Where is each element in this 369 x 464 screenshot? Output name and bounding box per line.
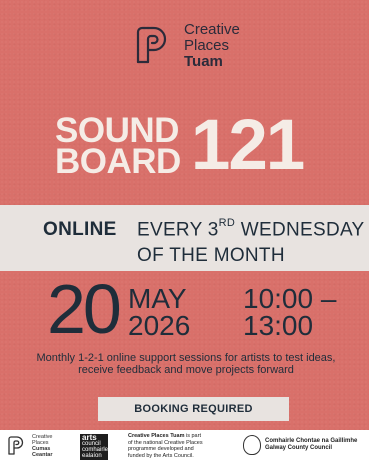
every-suffix: WEDNESDAY xyxy=(235,219,365,241)
event-year: 2026 xyxy=(128,310,191,341)
title-line-2: BOARD xyxy=(55,142,181,181)
online-label: ONLINE xyxy=(43,219,117,240)
county-crest-icon xyxy=(243,435,261,455)
event-time-end: 13:00 xyxy=(243,310,314,341)
arts-line-4: ealaíon xyxy=(82,453,102,459)
gcc-line-1: Comhairle Chontae na Gaillimhe xyxy=(265,438,358,444)
footer-cp-text: Creative Places Cumas Ceantar xyxy=(32,434,52,458)
logo-line-2: Places xyxy=(184,37,230,54)
creative-places-tuam-logo: Creative Places Tuam xyxy=(132,22,240,70)
title-number: 121 xyxy=(190,106,305,185)
schedule-band: ONLINE EVERY 3RD WEDNESDAY OF THE MONTH xyxy=(0,205,369,271)
ordinal-suffix: RD xyxy=(218,217,236,229)
schedule-frequency-line-2: OF THE MONTH xyxy=(137,245,285,266)
event-title: SOUND BOARD 121 xyxy=(55,106,305,185)
event-description: Monthly 1-2-1 online support sessions fo… xyxy=(36,352,336,376)
booking-required-button[interactable]: BOOKING REQUIRED xyxy=(98,397,289,421)
galway-county-council-logo: Comhairle Chontae na Gaillimhe Galway Co… xyxy=(243,435,357,455)
sponsor-footer: Creative Places Cumas Ceantar arts counc… xyxy=(0,430,369,464)
funding-info: Creative Places Tuam is part of the nati… xyxy=(128,433,233,459)
arts-council-logo: arts council comhairle ealaíon xyxy=(80,434,108,460)
title-words: SOUND BOARD xyxy=(55,113,181,181)
creative-places-logo-icon xyxy=(136,26,167,64)
funding-info-line-4: funded by the Arts Council. xyxy=(128,452,194,459)
gcc-text: Comhairle Chontae na Gaillimhe Galway Co… xyxy=(265,438,357,452)
every-prefix: EVERY 3 xyxy=(137,219,219,241)
event-day: 20 xyxy=(47,270,122,348)
creative-places-logo-icon xyxy=(8,436,24,455)
gcc-line-2: Galway County Council xyxy=(265,445,333,451)
funding-info-rest: is part xyxy=(184,433,201,439)
footer-cp-line-4: Ceantar xyxy=(32,452,53,458)
funding-info-bold: Creative Places Tuam xyxy=(128,433,185,439)
footer-creative-places-logo: Creative Places Cumas Ceantar xyxy=(6,434,52,458)
poster: Creative Places Tuam SOUND BOARD 121 ONL… xyxy=(0,0,369,430)
schedule-frequency: EVERY 3RD WEDNESDAY xyxy=(137,217,365,241)
logo-line-1: Creative xyxy=(184,21,240,38)
logo-line-3: Tuam xyxy=(184,53,223,70)
logo-text: Creative Places Tuam xyxy=(184,22,240,70)
